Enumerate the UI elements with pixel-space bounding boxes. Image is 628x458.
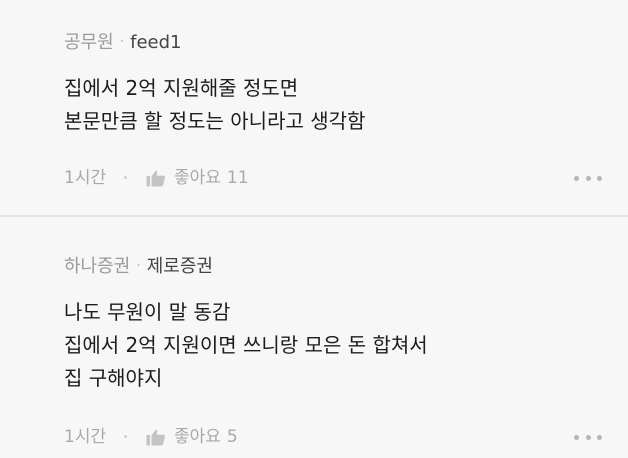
- like-button[interactable]: 좋아요 11: [146, 167, 249, 189]
- author-name[interactable]: 제로증권: [147, 256, 213, 277]
- meta-separator: ·: [136, 258, 141, 274]
- comment-body: 나도 무원이 말 동감 집에서 2억 지원이면 쓰니랑 모은 돈 합쳐서 집 구…: [64, 296, 428, 395]
- author-organization[interactable]: 공무원: [64, 32, 114, 53]
- comment-item: 하나증권 · 제로증권 나도 무원이 말 동감 집에서 2억 지원이면 쓰니랑 모은…: [0, 218, 628, 458]
- comment-timestamp: 1시간: [64, 427, 107, 447]
- comment-divider: [0, 215, 628, 217]
- comment-meta: 하나증권 · 제로증권: [64, 255, 213, 278]
- more-options-icon[interactable]: [574, 174, 602, 182]
- like-label: 좋아요: [174, 168, 221, 188]
- comment-feed: 공무원 · feed1 집에서 2억 지원해줄 정도면 본문만큼 할 정도는 아니라…: [0, 0, 628, 458]
- comment-line: 나도 무원이 말 동감: [64, 300, 231, 324]
- like-button[interactable]: 좋아요 5: [146, 426, 238, 448]
- comment-line: 본문만큼 할 정도는 아니라고 생각함: [64, 109, 366, 133]
- action-separator-dot: [124, 176, 127, 179]
- comment-body: 집에서 2억 지원해줄 정도면 본문만큼 할 정도는 아니라고 생각함: [64, 72, 365, 138]
- thumbs-up-icon: [146, 429, 165, 446]
- comment-actions: 1시간 좋아요 5: [64, 426, 602, 448]
- comment-timestamp: 1시간: [64, 168, 107, 188]
- like-count: 11: [226, 168, 249, 188]
- comment-line: 집 구해야지: [64, 366, 163, 390]
- like-count: 5: [226, 427, 238, 447]
- comment-line: 집에서 2억 지원이면 쓰니랑 모은 돈 합쳐서: [64, 333, 428, 357]
- like-label: 좋아요: [174, 427, 221, 447]
- comment-meta: 공무원 · feed1: [64, 31, 182, 54]
- action-separator-dot: [124, 435, 127, 438]
- more-options-icon[interactable]: [574, 433, 602, 441]
- author-organization[interactable]: 하나증권: [64, 256, 130, 277]
- thumbs-up-icon: [146, 170, 165, 187]
- comment-actions: 1시간 좋아요 11: [64, 167, 602, 189]
- meta-separator: ·: [119, 34, 125, 50]
- comment-line: 집에서 2억 지원해줄 정도면: [64, 76, 299, 100]
- comment-item: 공무원 · feed1 집에서 2억 지원해줄 정도면 본문만큼 할 정도는 아니라…: [0, 0, 628, 215]
- author-name[interactable]: feed1: [130, 32, 181, 53]
